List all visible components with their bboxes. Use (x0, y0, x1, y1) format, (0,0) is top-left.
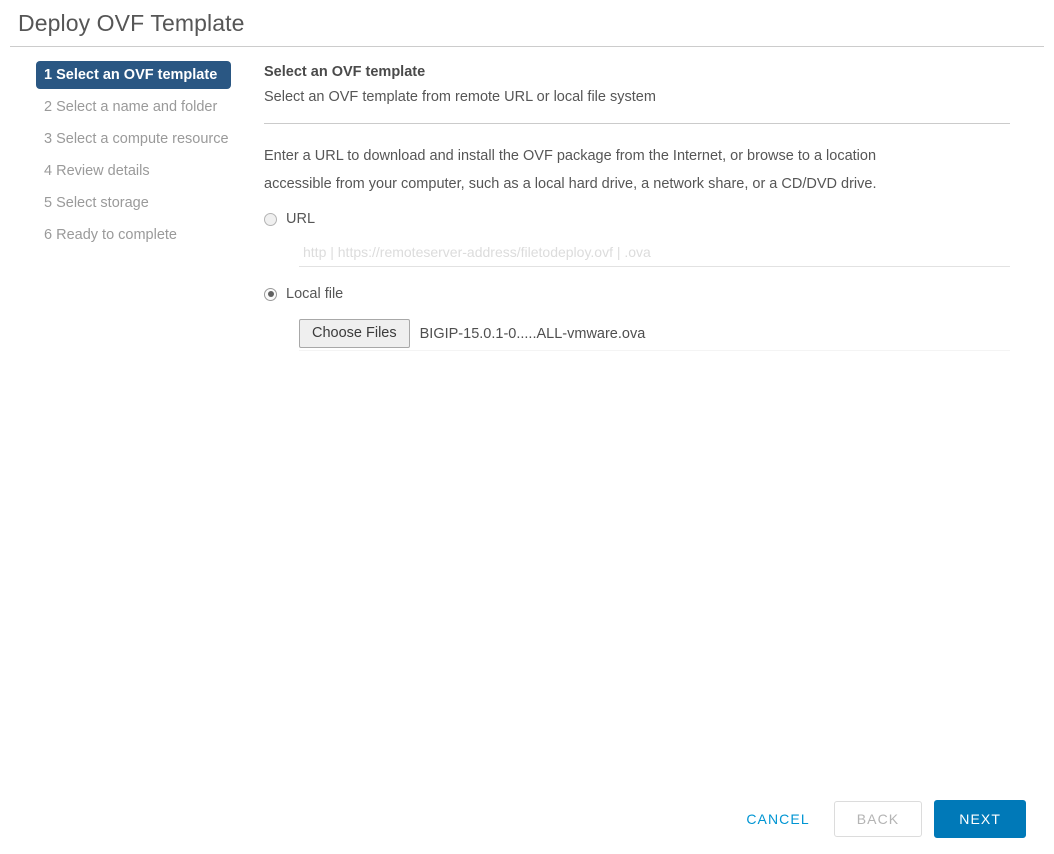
sidebar-step-6-label: 6 Ready to complete (44, 227, 177, 243)
sidebar-step-2[interactable]: 2 Select a name and folder (36, 93, 255, 121)
url-radio-button[interactable] (264, 213, 277, 226)
back-button[interactable]: BACK (834, 801, 923, 837)
wizard-content-panel: Select an OVF template Select an OVF tem… (255, 61, 1054, 348)
url-input[interactable] (299, 242, 1010, 267)
url-input-wrapper (264, 242, 1010, 267)
url-radio-row[interactable]: URL (264, 210, 1010, 228)
sidebar-step-1-label: 1 Select an OVF template (44, 67, 217, 83)
sidebar-step-4-label: 4 Review details (44, 163, 150, 179)
cancel-button[interactable]: CANCEL (732, 803, 823, 835)
local-file-radio-label: Local file (286, 285, 343, 303)
content-description: Enter a URL to download and install the … (264, 142, 904, 198)
file-chooser-underline (299, 350, 1010, 351)
page-title: Deploy OVF Template (0, 0, 1054, 38)
sidebar-step-3[interactable]: 3 Select a compute resource (36, 125, 255, 153)
sidebar-step-5[interactable]: 5 Select storage (36, 189, 255, 217)
next-button[interactable]: NEXT (934, 800, 1026, 838)
url-radio-label: URL (286, 210, 315, 228)
content-divider (264, 123, 1010, 124)
sidebar-step-1[interactable]: 1 Select an OVF template (36, 61, 231, 89)
selected-file-name: BIGIP-15.0.1-0.....ALL-vmware.ova (420, 325, 646, 343)
sidebar-step-5-label: 5 Select storage (44, 195, 149, 211)
content-subtitle: Select an OVF template from remote URL o… (264, 83, 1010, 109)
file-chooser-wrapper: Choose Files BIGIP-15.0.1-0.....ALL-vmwa… (264, 319, 1010, 348)
deploy-ovf-wizard: Deploy OVF Template 1 Select an OVF temp… (0, 0, 1054, 348)
content-title: Select an OVF template (264, 61, 1010, 83)
wizard-steps-sidebar: 1 Select an OVF template 2 Select a name… (0, 61, 255, 253)
file-chooser-row: Choose Files BIGIP-15.0.1-0.....ALL-vmwa… (299, 319, 1010, 348)
sidebar-step-6[interactable]: 6 Ready to complete (36, 221, 255, 249)
wizard-body: 1 Select an OVF template 2 Select a name… (0, 47, 1054, 348)
sidebar-step-3-label: 3 Select a compute resource (44, 131, 229, 147)
local-file-radio-button[interactable] (264, 288, 277, 301)
wizard-footer: CANCEL BACK NEXT (732, 800, 1026, 838)
choose-files-button[interactable]: Choose Files (299, 319, 410, 348)
sidebar-step-2-label: 2 Select a name and folder (44, 99, 217, 115)
local-file-radio-row[interactable]: Local file (264, 285, 1010, 303)
sidebar-step-4[interactable]: 4 Review details (36, 157, 255, 185)
